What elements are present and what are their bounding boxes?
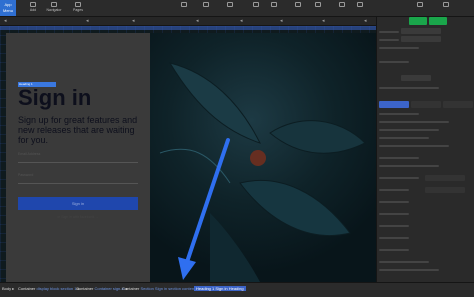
breadcrumb-item-body[interactable]: Body ▸ bbox=[2, 286, 14, 291]
publish-dropdown-button[interactable] bbox=[429, 17, 447, 25]
panel-row bbox=[379, 113, 419, 115]
panel-row bbox=[379, 47, 419, 49]
chevron-left-icon[interactable]: ◂ bbox=[322, 18, 325, 24]
style-panel bbox=[376, 17, 474, 282]
panel-row bbox=[379, 261, 429, 263]
panel-row bbox=[379, 145, 449, 147]
mobile-tool[interactable] bbox=[354, 2, 366, 14]
chevron-left-icon[interactable]: ◂ bbox=[280, 18, 283, 24]
signin-subtitle[interactable]: Sign up for great features and new relea… bbox=[18, 115, 146, 145]
leaf-background-image[interactable] bbox=[150, 33, 376, 282]
undo-tool[interactable] bbox=[292, 2, 304, 14]
panel-row bbox=[379, 177, 419, 179]
panel-row bbox=[379, 39, 399, 41]
state-dropdown[interactable] bbox=[401, 75, 431, 81]
desktop-tool[interactable] bbox=[312, 2, 324, 14]
chevron-left-icon[interactable]: ◂ bbox=[86, 18, 89, 24]
signin-button[interactable]: Sign in bbox=[18, 197, 138, 210]
email-field[interactable] bbox=[18, 156, 138, 163]
selector-field[interactable] bbox=[401, 28, 441, 34]
panel-row bbox=[379, 269, 439, 271]
publish-icon bbox=[417, 2, 423, 7]
tablet-tool[interactable] bbox=[336, 2, 348, 14]
tab-style[interactable] bbox=[379, 101, 409, 108]
panel-row bbox=[379, 201, 409, 203]
panel-row bbox=[379, 213, 409, 215]
assets-icon bbox=[203, 2, 209, 7]
cms-icon bbox=[181, 2, 187, 7]
facebook-signin-link[interactable]: or Sign in with facebook → bbox=[18, 215, 138, 219]
password-field[interactable] bbox=[18, 177, 138, 184]
add-icon bbox=[30, 2, 36, 7]
assets-tool[interactable] bbox=[198, 2, 214, 14]
navigator-icon bbox=[51, 2, 57, 7]
panel-row bbox=[379, 237, 409, 239]
panel-row bbox=[379, 189, 409, 191]
chevron-left-icon[interactable]: ◂ bbox=[240, 18, 243, 24]
panel-row bbox=[379, 121, 449, 123]
breadcrumb-item-container[interactable]: Container Container sign-in ▸ bbox=[76, 286, 128, 291]
code-icon bbox=[271, 2, 277, 7]
signin-heading[interactable]: Sign in bbox=[18, 86, 91, 110]
tab-settings[interactable] bbox=[411, 101, 441, 108]
navigator-tool[interactable]: Navigator bbox=[44, 2, 64, 14]
spacing-control[interactable] bbox=[425, 175, 465, 181]
tablet-icon bbox=[339, 2, 345, 7]
selector-field[interactable] bbox=[401, 36, 441, 42]
breadcrumb-item-heading[interactable]: Heading 1 Sign in Heading bbox=[194, 286, 246, 291]
app-menu-button[interactable]: App Menu bbox=[0, 0, 16, 16]
cms-tool[interactable] bbox=[176, 2, 192, 14]
panel-row bbox=[379, 61, 409, 63]
panel-row bbox=[379, 157, 419, 159]
leaf-shapes bbox=[159, 62, 366, 282]
undo-icon bbox=[295, 2, 301, 7]
panel-row bbox=[379, 165, 439, 167]
panel-row bbox=[379, 137, 429, 139]
selection-outline bbox=[0, 26, 376, 30]
mobile-icon bbox=[357, 2, 363, 7]
publish-tool[interactable] bbox=[414, 2, 426, 14]
eye-icon bbox=[253, 2, 259, 7]
breadcrumb: Body ▸ Container display block section 1… bbox=[0, 282, 474, 297]
pages-tool[interactable]: Pages bbox=[68, 2, 88, 14]
panel-row bbox=[379, 31, 399, 33]
panel-row bbox=[379, 87, 439, 89]
panel-row bbox=[379, 129, 439, 131]
settings-tool[interactable] bbox=[222, 2, 238, 14]
design-canvas[interactable] bbox=[0, 26, 376, 282]
code-tool[interactable] bbox=[268, 2, 280, 14]
breadcrumb-item-container[interactable]: Container Section Sign in section conten… bbox=[122, 286, 198, 291]
panel-row bbox=[379, 249, 409, 251]
chevron-left-icon[interactable]: ◂ bbox=[196, 18, 199, 24]
breadcrumb-item-container[interactable]: Container display block section 1 ▸ bbox=[18, 286, 80, 291]
panel-row bbox=[379, 225, 409, 227]
share-tool[interactable] bbox=[440, 2, 452, 14]
top-toolbar: App Menu Add Navigator Pages bbox=[0, 0, 474, 17]
canvas-header-bar: ◂ ◂ ◂ ◂ ◂ ◂ ◂ ◂ bbox=[0, 17, 376, 26]
chevron-left-icon[interactable]: ◂ bbox=[4, 18, 7, 24]
preview-tool[interactable] bbox=[250, 2, 262, 14]
chevron-left-icon[interactable]: ◂ bbox=[364, 18, 367, 24]
settings-icon bbox=[227, 2, 233, 7]
pages-icon bbox=[75, 2, 81, 7]
publish-button[interactable] bbox=[409, 17, 427, 25]
share-icon bbox=[443, 2, 449, 7]
chevron-left-icon[interactable]: ◂ bbox=[132, 18, 135, 24]
spacing-control[interactable] bbox=[425, 187, 465, 193]
add-tool[interactable]: Add bbox=[26, 2, 40, 14]
tab-interactions[interactable] bbox=[443, 101, 473, 108]
desktop-icon bbox=[315, 2, 321, 7]
